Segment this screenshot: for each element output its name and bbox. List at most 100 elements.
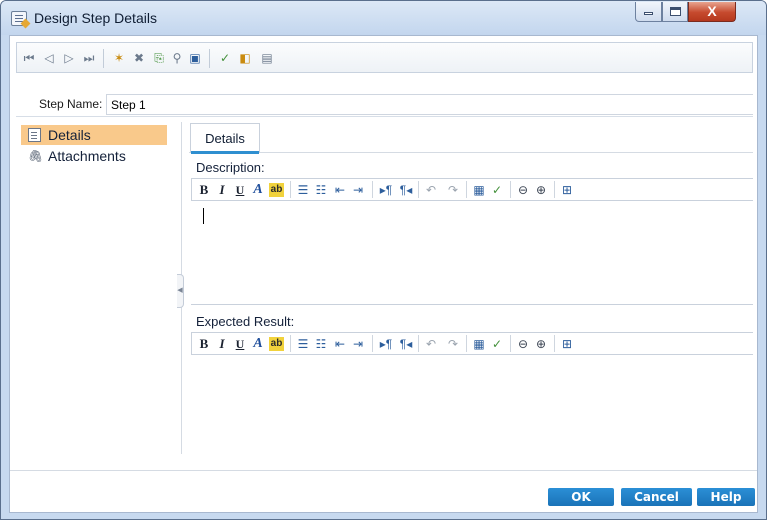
delete-icon[interactable]: ✖ [131,50,147,66]
clear-formatting-icon[interactable]: ⊞ [560,337,574,351]
spelling-options-icon[interactable]: ▤ [259,50,275,66]
minimize-icon [644,12,653,15]
editor-divider[interactable] [191,304,753,305]
text-caret [203,208,204,224]
sidebar: Details 🖇 Attachments [16,122,182,454]
toolbar-separator [372,335,373,352]
left-to-right-icon[interactable]: ▸¶ [378,337,394,351]
redo-icon[interactable]: ↷ [446,337,460,351]
cancel-button[interactable]: Cancel [621,488,692,506]
last-record-icon[interactable]: ⏭ [81,50,97,66]
maximize-button[interactable] [662,2,688,22]
highlight-button[interactable]: ab [269,183,284,197]
left-to-right-icon[interactable]: ▸¶ [378,183,394,197]
record-toolbar: ⏮ ◁ ▷ ⏭ ✶ ✖ ⎘ ⚲ ▣ ✓ ◧ ▤ [16,42,753,73]
italic-button[interactable]: I [217,337,227,351]
dialog-icon [11,11,31,29]
next-record-icon[interactable]: ▷ [61,50,77,66]
expected-result-label: Expected Result: [196,314,295,329]
toolbar-separator [510,181,511,198]
spell-check-icon[interactable]: ✓ [490,337,504,351]
underline-button[interactable]: U [234,183,246,197]
window-title: Design Step Details [34,10,157,26]
design-step-details-window: Design Step Details X ⏮ ◁ ▷ ⏭ ✶ ✖ ⎘ ⚲ ▣ … [0,0,767,520]
underline-button[interactable]: U [234,337,246,351]
zoom-in-icon[interactable]: ⊕ [534,183,548,197]
spell-check-icon[interactable]: ✓ [217,50,233,66]
undo-icon[interactable]: ↶ [424,337,438,351]
help-button[interactable]: Help [697,488,755,506]
toolbar-separator [290,181,291,198]
toolbar-separator [466,335,467,352]
sidebar-item-details[interactable]: Details [21,125,167,145]
tab-strip: Details [189,123,753,154]
thesaurus-icon[interactable]: ◧ [237,50,253,66]
dialog-body: ⏮ ◁ ▷ ⏭ ✶ ✖ ⎘ ⚲ ▣ ✓ ◧ ▤ Step Name: Detai… [9,35,758,513]
toolbar-separator [466,181,467,198]
toolbar-separator [372,181,373,198]
sidebar-item-label: Details [48,127,91,143]
right-to-left-icon[interactable]: ¶◂ [398,183,414,197]
close-button[interactable]: X [688,2,736,22]
toolbar-separator [290,335,291,352]
highlight-button[interactable]: ab [269,337,284,351]
step-name-label: Step Name: [39,97,103,111]
toolbar-separator [510,335,511,352]
save-icon[interactable]: ▣ [187,50,203,66]
step-name-row: Step Name: [16,93,753,117]
sidebar-item-attachments[interactable]: 🖇 Attachments [21,146,167,166]
find-icon[interactable]: ⚲ [169,50,185,66]
description-label: Description: [196,160,265,175]
ok-button[interactable]: OK [548,488,614,506]
new-step-icon[interactable]: ✶ [111,50,127,66]
active-tab-indicator [191,151,259,154]
toolbar-separator [554,335,555,352]
zoom-out-icon[interactable]: ⊖ [516,183,530,197]
zoom-out-icon[interactable]: ⊖ [516,337,530,351]
increase-indent-icon[interactable]: ⇥ [352,183,364,197]
sidebar-item-label: Attachments [48,148,126,164]
description-editor-toolbar: B I U A ab ☰ ☷ ⇤ ⇥ ▸¶ ¶◂ ↶ ↷ ▦ ✓ ⊖ ⊕ ⊞ [191,178,753,201]
undo-icon[interactable]: ↶ [424,183,438,197]
insert-table-icon[interactable]: ▦ [472,337,486,351]
expected-result-editor-toolbar: B I U A ab ☰ ☷ ⇤ ⇥ ▸¶ ¶◂ ↶ ↷ ▦ ✓ ⊖ ⊕ ⊞ [191,332,753,355]
tab-details[interactable]: Details [190,123,260,154]
zoom-in-icon[interactable]: ⊕ [534,337,548,351]
toolbar-separator [418,335,419,352]
numbered-list-icon[interactable]: ☷ [314,183,328,197]
bold-button[interactable]: B [199,183,209,197]
paperclip-icon: 🖇 [28,149,44,163]
spell-check-icon[interactable]: ✓ [490,183,504,197]
insert-table-icon[interactable]: ▦ [472,183,486,197]
first-record-icon[interactable]: ⏮ [21,50,37,66]
redo-icon[interactable]: ↷ [446,183,460,197]
title-bar[interactable]: Design Step Details X [1,1,766,35]
previous-record-icon[interactable]: ◁ [41,50,57,66]
step-name-input[interactable] [106,94,753,115]
minimize-button[interactable] [635,2,662,22]
bold-button[interactable]: B [199,337,209,351]
copy-step-icon[interactable]: ⎘ [151,50,167,66]
description-editor[interactable] [191,202,753,303]
decrease-indent-icon[interactable]: ⇤ [334,183,346,197]
increase-indent-icon[interactable]: ⇥ [352,337,364,351]
font-color-button[interactable]: A [252,183,264,197]
decrease-indent-icon[interactable]: ⇤ [334,337,346,351]
font-color-button[interactable]: A [252,337,264,351]
right-to-left-icon[interactable]: ¶◂ [398,337,414,351]
toolbar-separator [103,49,104,68]
bullet-list-icon[interactable]: ☰ [296,183,310,197]
toolbar-separator [209,49,210,68]
maximize-icon [669,7,681,16]
toolbar-separator [554,181,555,198]
bullet-list-icon[interactable]: ☰ [296,337,310,351]
collapse-sidebar-handle[interactable]: ◀ [177,274,184,308]
numbered-list-icon[interactable]: ☷ [314,337,328,351]
italic-button[interactable]: I [217,183,227,197]
expected-result-editor[interactable] [191,356,753,452]
details-icon [28,128,41,142]
clear-formatting-icon[interactable]: ⊞ [560,183,574,197]
dialog-footer: OK Cancel Help [10,470,757,512]
tab-label: Details [205,131,245,146]
close-icon: X [707,3,717,19]
